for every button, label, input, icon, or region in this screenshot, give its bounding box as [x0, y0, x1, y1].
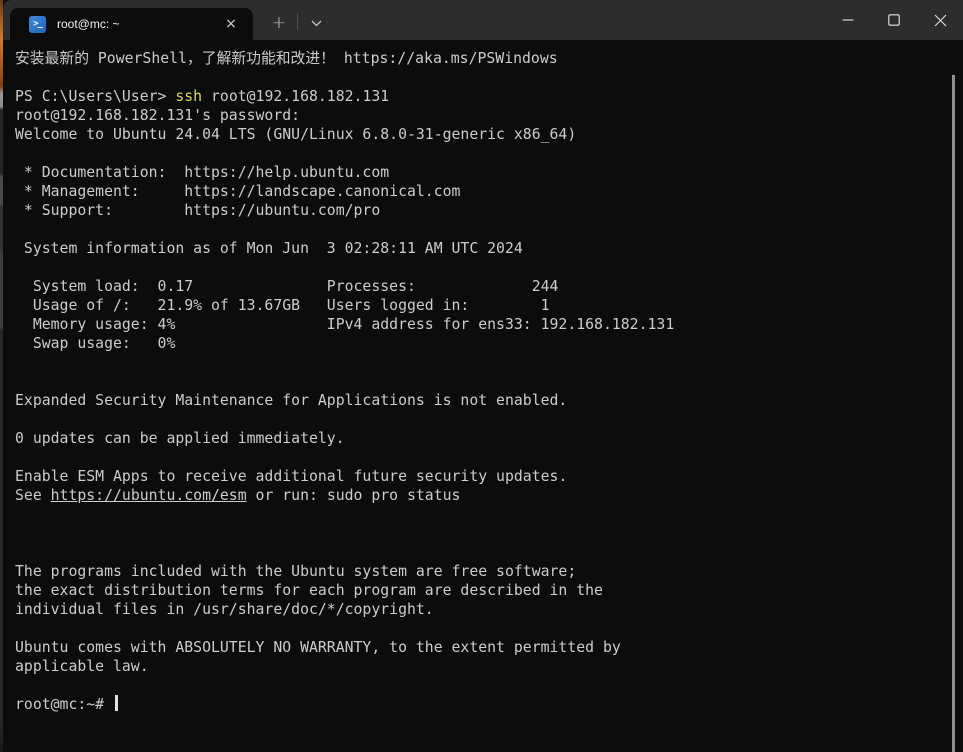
minimize-button[interactable] [825, 0, 871, 40]
titlebar[interactable]: >_ root@mc: ~ × + [3, 0, 963, 40]
terminal-line: Ubuntu comes with ABSOLUTELY NO WARRANTY… [15, 638, 948, 657]
terminal-line: 0 updates can be applied immediately. [15, 429, 948, 448]
terminal-line: * Management: https://landscape.canonica… [15, 182, 948, 201]
terminal-text-segment: Expanded Security Maintenance for Applic… [15, 392, 567, 409]
terminal-text-segment: System information as of Mon Jun 3 02:28… [15, 240, 523, 257]
desktop-background-sliver [0, 0, 3, 752]
terminal-text-segment: applicable law. [15, 658, 149, 675]
terminal-text-segment: Swap usage: 0% [15, 335, 175, 352]
terminal-line [15, 372, 948, 391]
terminal-text-segment: 安装最新的 PowerShell，了解新功能和改进！ https://aka.m… [15, 50, 558, 67]
terminal-window: >_ root@mc: ~ × + [3, 0, 963, 752]
terminal-line: Enable ESM Apps to receive additional fu… [15, 467, 948, 486]
terminal-line: Welcome to Ubuntu 24.04 LTS (GNU/Linux 6… [15, 125, 948, 144]
terminal-line: See https://ubuntu.com/esm or run: sudo … [15, 486, 948, 505]
terminal-text-segment: individual files in /usr/share/doc/*/cop… [15, 601, 434, 618]
terminal-text-segment: root@mc:~# [15, 696, 113, 713]
minimize-icon [842, 14, 854, 26]
terminal-text-segment: root@192.168.182.131's password: [15, 107, 300, 124]
terminal-line [15, 619, 948, 638]
terminal-text-segment: Enable ESM Apps to receive additional fu… [15, 468, 567, 485]
terminal-cursor [115, 695, 118, 711]
terminal-line [15, 448, 948, 467]
terminal-screen[interactable]: 安装最新的 PowerShell，了解新功能和改进！ https://aka.m… [3, 40, 948, 752]
terminal-text-segment: or run: sudo pro status [247, 487, 461, 504]
close-icon [934, 14, 947, 27]
terminal-line: applicable law. [15, 657, 948, 676]
terminal-text-segment: the exact distribution terms for each pr… [15, 582, 603, 599]
scrollbar-thumb[interactable] [952, 75, 955, 752]
terminal-line: root@192.168.182.131's password: [15, 106, 948, 125]
terminal-text-segment: * Documentation: https://help.ubuntu.com [15, 164, 389, 181]
new-tab-button[interactable]: + [265, 9, 293, 37]
terminal-line [15, 543, 948, 562]
terminal-line: root@mc:~# [15, 695, 948, 714]
terminal-line: * Documentation: https://help.ubuntu.com [15, 163, 948, 182]
terminal-line: System information as of Mon Jun 3 02:28… [15, 239, 948, 258]
terminal-line: individual files in /usr/share/doc/*/cop… [15, 600, 948, 619]
terminal-line: Memory usage: 4% IPv4 address for ens33:… [15, 315, 948, 334]
terminal-line: Expanded Security Maintenance for Applic… [15, 391, 948, 410]
tab-dropdown-button[interactable] [302, 9, 330, 37]
maximize-icon [888, 14, 900, 26]
terminal-text-segment: Usage of /: 21.9% of 13.67GB Users logge… [15, 297, 550, 314]
terminal-text-segment: Ubuntu comes with ABSOLUTELY NO WARRANTY… [15, 639, 621, 656]
titlebar-divider [297, 13, 298, 30]
terminal-text-segment: root@192.168.182.131 [202, 88, 389, 105]
terminal-text-segment: Memory usage: 4% IPv4 address for ens33:… [15, 316, 674, 333]
terminal-line [15, 353, 948, 372]
terminal-line: Swap usage: 0% [15, 334, 948, 353]
terminal-text-segment: See [15, 487, 51, 504]
terminal-line: The programs included with the Ubuntu sy… [15, 562, 948, 581]
terminal-line: System load: 0.17 Processes: 244 [15, 277, 948, 296]
maximize-button[interactable] [871, 0, 917, 40]
terminal-text-segment: PS C:\Users\User> [15, 88, 175, 105]
terminal-line: Usage of /: 21.9% of 13.67GB Users logge… [15, 296, 948, 315]
terminal-text-segment: 0 updates can be applied immediately. [15, 430, 345, 447]
terminal-line [15, 505, 948, 524]
close-window-button[interactable] [917, 0, 963, 40]
terminal-text-segment: The programs included with the Ubuntu sy… [15, 563, 576, 580]
terminal-text-segment: * Management: https://landscape.canonica… [15, 183, 460, 200]
terminal-line: PS C:\Users\User> ssh root@192.168.182.1… [15, 87, 948, 106]
powershell-icon: >_ [29, 16, 46, 33]
chevron-down-icon [311, 20, 322, 27]
terminal-line [15, 258, 948, 277]
tab-root-mc[interactable]: >_ root@mc: ~ × [10, 8, 253, 40]
terminal-line: 安装最新的 PowerShell，了解新功能和改进！ https://aka.m… [15, 49, 948, 68]
terminal-line: the exact distribution terms for each pr… [15, 581, 948, 600]
tab-title: root@mc: ~ [57, 17, 219, 31]
terminal-line: * Support: https://ubuntu.com/pro [15, 201, 948, 220]
esm-link[interactable]: https://ubuntu.com/esm [51, 487, 247, 504]
terminal-text-segment: ssh [175, 88, 202, 105]
terminal-line [15, 220, 948, 239]
terminal-line [15, 68, 948, 87]
terminal-text-segment: System load: 0.17 Processes: 244 [15, 278, 558, 295]
terminal-text-segment: * Support: https://ubuntu.com/pro [15, 202, 380, 219]
terminal-line [15, 676, 948, 695]
tab-close-icon[interactable]: × [219, 12, 243, 36]
window-controls [825, 0, 963, 40]
terminal-line [15, 410, 948, 429]
terminal-line [15, 524, 948, 543]
terminal-line [15, 144, 948, 163]
terminal-text-segment: Welcome to Ubuntu 24.04 LTS (GNU/Linux 6… [15, 126, 576, 143]
